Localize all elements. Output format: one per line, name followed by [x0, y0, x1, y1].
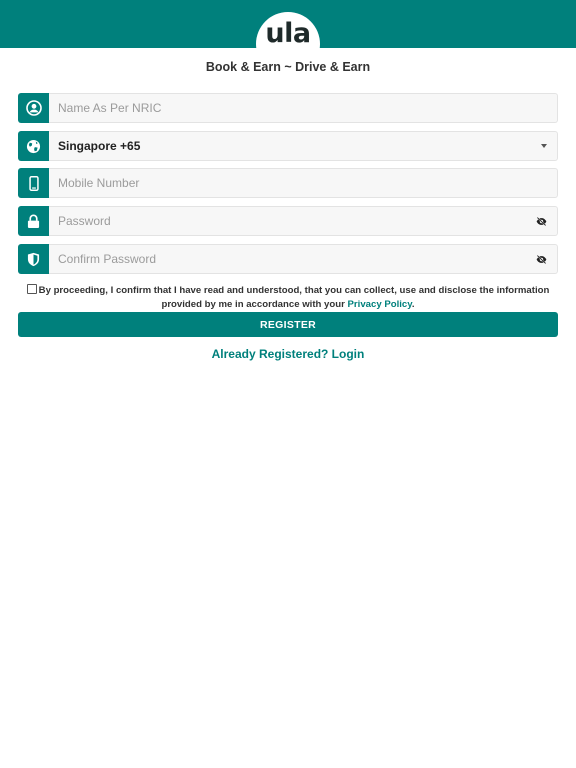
globe-icon: [18, 131, 49, 161]
consent-text: By proceeding, I confirm that I have rea…: [18, 284, 558, 312]
name-row: Name As Per NRIC: [18, 93, 558, 123]
consent-checkbox[interactable]: [26, 284, 37, 294]
privacy-policy-link[interactable]: Privacy Policy: [348, 299, 412, 310]
consent-suffix: .: [411, 299, 415, 310]
eye-slash-icon[interactable]: [535, 215, 547, 227]
register-button[interactable]: REGISTER: [18, 312, 558, 337]
password-input[interactable]: Password: [49, 206, 558, 236]
user-icon: [18, 93, 49, 123]
confirm-password-input[interactable]: Confirm Password: [49, 244, 558, 274]
confirm-password-row: Confirm Password: [18, 244, 558, 274]
shield-icon: [18, 244, 49, 274]
eye-slash-icon[interactable]: [535, 253, 547, 265]
country-value: Singapore +65: [58, 139, 141, 153]
mobile-placeholder: Mobile Number: [58, 176, 140, 190]
logo-text: ula: [265, 18, 311, 49]
password-row: Password: [18, 206, 558, 236]
mobile-input[interactable]: Mobile Number: [49, 168, 558, 198]
mobile-row: Mobile Number: [18, 168, 558, 198]
chevron-down-icon: [541, 144, 547, 148]
phone-icon: [18, 168, 49, 198]
name-placeholder: Name As Per NRIC: [58, 101, 162, 115]
lock-icon: [18, 206, 49, 236]
country-row: Singapore +65: [18, 131, 558, 161]
tagline: Book & Earn ~ Drive & Earn: [205, 60, 371, 74]
name-input[interactable]: Name As Per NRIC: [49, 93, 558, 123]
login-link[interactable]: Already Registered? Login: [0, 347, 576, 361]
consent-body: By proceeding, I confirm that I have rea…: [38, 285, 550, 310]
confirm-password-placeholder: Confirm Password: [58, 252, 157, 266]
country-select[interactable]: Singapore +65: [49, 131, 558, 161]
password-placeholder: Password: [58, 214, 111, 228]
